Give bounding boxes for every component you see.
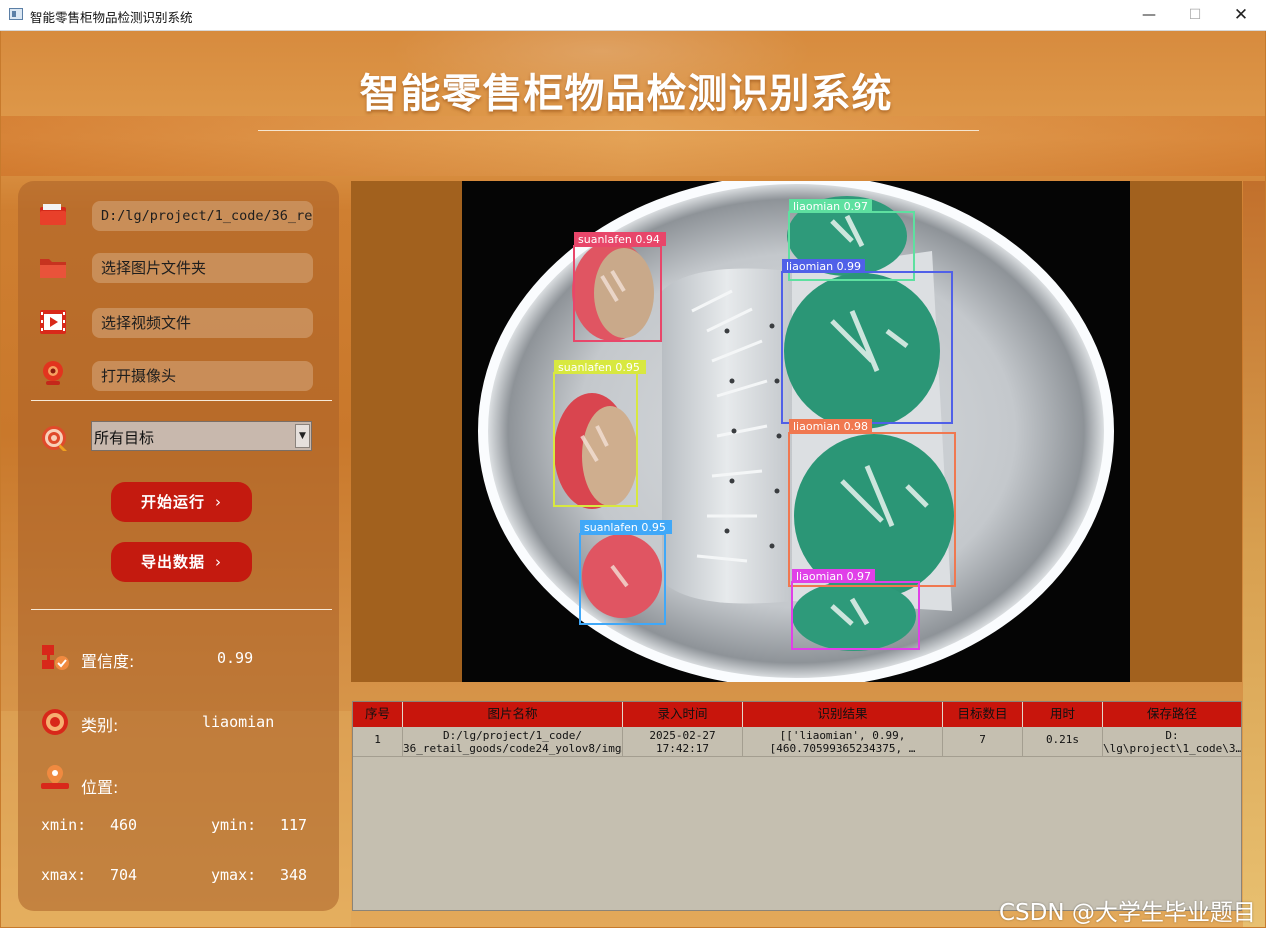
xmin-label: xmin: [41, 816, 87, 834]
class-label: 类别: [81, 716, 119, 735]
image-file-icon [40, 204, 66, 225]
cell-time-line2: 17:42:17 [656, 742, 709, 755]
ymax-value: 348 [280, 866, 308, 884]
app-window: 智能零售柜物品检测识别系统 D:/lg/project/1_code/36_re… [1, 31, 1265, 927]
select-video-file-button[interactable]: 选择视频文件 [92, 308, 313, 338]
xmin-value: 460 [110, 816, 138, 834]
control-panel: D:/lg/project/1_code/36_ret 选择图片文件夹 选择视频… [18, 181, 339, 911]
location-pin-icon [41, 765, 69, 789]
window-titlebar: 智能零售柜物品检测识别系统 — ☐ ✕ [0, 0, 1266, 31]
watermark: CSDN @大学生毕业题目 [999, 900, 1256, 926]
ymax-label: ymax: [211, 866, 257, 884]
cell-time: 2025-02-27 17:42:17 [623, 727, 743, 757]
target-select[interactable]: 所有目标 ▼ [91, 421, 312, 451]
background-decoration [1243, 181, 1265, 927]
cell-save-path-line1: D: [1165, 729, 1179, 742]
results-table[interactable]: 序号 图片名称 录入时间 识别结果 目标数目 用时 保存路径 1 D:/lg/p… [352, 701, 1242, 911]
close-button[interactable]: ✕ [1218, 0, 1264, 30]
column-header-index[interactable]: 序号 [353, 702, 403, 727]
cell-image-name-line2: 36_retail_goods/code24_yolov8/img… [403, 742, 623, 755]
cell-save-path: D: \lg\project\1_code\3… [1103, 727, 1241, 757]
class-icon [42, 709, 68, 735]
export-data-button[interactable]: 导出数据 › [111, 542, 252, 582]
start-button-label: 开始运行 [140, 493, 205, 511]
chevron-down-icon[interactable]: ▼ [295, 424, 310, 448]
column-header-time[interactable]: 录入时间 [623, 702, 743, 727]
page-title: 智能零售柜物品检测识别系统 [359, 71, 893, 117]
cell-result-line1: [['liaomian', 0.99, [779, 729, 906, 742]
image-display-panel: suanlafen 0.94 liaomian 0.97 liaomian 0.… [351, 181, 1242, 682]
cell-save-path-line2: \lg\project\1_code\3… [1103, 742, 1241, 755]
ymin-label: ymin: [211, 816, 257, 834]
cell-index: 1 [353, 727, 403, 757]
maximize-button[interactable]: ☐ [1172, 0, 1218, 30]
window-title: 智能零售柜物品检测识别系统 [30, 10, 193, 25]
panel-divider [31, 609, 332, 610]
class-value: liaomian [202, 713, 275, 731]
fisheye-cabinet-photo: suanlafen 0.94 liaomian 0.97 liaomian 0.… [462, 181, 1130, 682]
minimize-button[interactable]: — [1126, 0, 1172, 30]
background-decoration [1, 116, 1265, 176]
ymin-value: 117 [280, 816, 308, 834]
bbox-label: liaomian 0.99 [786, 260, 861, 273]
export-button-label: 导出数据 [140, 553, 205, 571]
cell-result: [['liaomian', 0.99, [460.70599365234375, … [743, 727, 943, 757]
folder-icon [40, 259, 66, 278]
chevron-right-icon: › [215, 493, 222, 511]
bbox-label: liaomian 0.97 [796, 570, 871, 583]
file-path-field[interactable]: D:/lg/project/1_code/36_ret [92, 201, 313, 231]
column-header-image-name[interactable]: 图片名称 [403, 702, 623, 727]
confidence-value: 0.99 [217, 649, 254, 667]
cell-count: 7 [943, 727, 1023, 757]
column-header-save-path[interactable]: 保存路径 [1103, 702, 1241, 727]
column-header-count[interactable]: 目标数目 [943, 702, 1023, 727]
select-image-folder-button[interactable]: 选择图片文件夹 [92, 253, 313, 283]
bbox-label: suanlafen 0.95 [584, 521, 666, 534]
bbox-label: suanlafen 0.94 [578, 233, 660, 246]
target-icon [42, 426, 67, 451]
column-header-result[interactable]: 识别结果 [743, 702, 943, 727]
title-underline [258, 130, 979, 131]
camera-icon [43, 361, 63, 385]
xmax-value: 704 [110, 866, 138, 884]
app-icon [9, 8, 23, 20]
video-file-icon [40, 310, 66, 334]
cell-image-name: D:/lg/project/1_code/36_retail_goods/cod… [403, 727, 623, 757]
cell-result-line2: [460.70599365234375, … [769, 742, 916, 755]
cell-time-line1: 2025-02-27 [649, 729, 716, 742]
cell-elapsed: 0.21s [1023, 727, 1103, 757]
bbox-label: suanlafen 0.95 [558, 361, 640, 374]
confidence-icon [42, 645, 69, 670]
chevron-right-icon: › [215, 553, 222, 571]
detection-image: suanlafen 0.94 liaomian 0.97 liaomian 0.… [462, 181, 1130, 682]
open-camera-button[interactable]: 打开摄像头 [92, 361, 313, 391]
confidence-label: 置信度: [81, 652, 135, 671]
bbox-label: liaomian 0.97 [793, 200, 868, 213]
bbox-label: liaomian 0.98 [793, 420, 868, 433]
start-button[interactable]: 开始运行 › [111, 482, 252, 522]
target-select-value: 所有目标 [94, 429, 155, 447]
position-label: 位置: [81, 778, 119, 797]
table-header: 序号 图片名称 录入时间 识别结果 目标数目 用时 保存路径 [353, 702, 1243, 727]
cell-image-name-line1: D:/lg/project/1_code/ [442, 729, 583, 742]
xmax-label: xmax: [41, 866, 87, 884]
panel-divider [31, 400, 332, 401]
column-header-elapsed[interactable]: 用时 [1023, 702, 1103, 727]
